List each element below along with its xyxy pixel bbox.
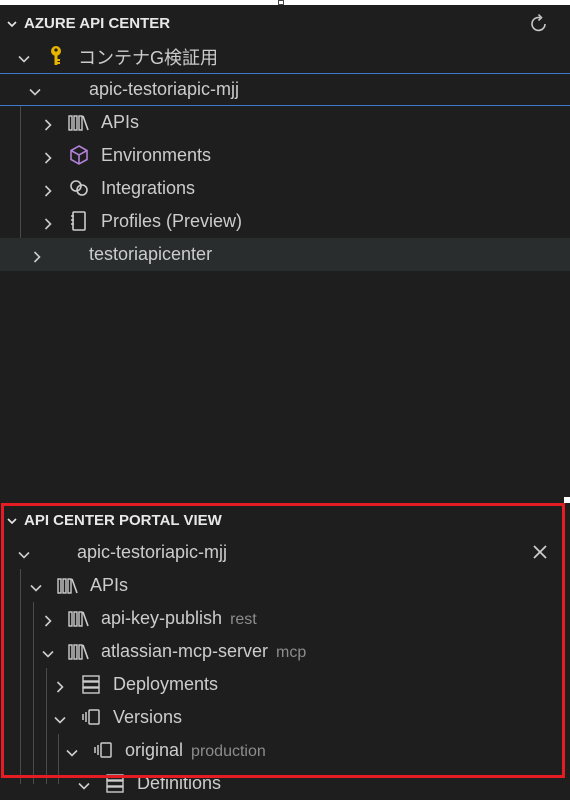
tree-item-apis[interactable]: APIs — [0, 569, 570, 602]
server-icon — [104, 772, 126, 794]
portal-view-header[interactable]: API CENTER PORTAL VIEW — [0, 504, 570, 537]
library-icon — [68, 608, 90, 630]
chevron-right-icon — [53, 678, 67, 693]
chevron-down-icon — [65, 744, 79, 758]
library-icon — [68, 641, 90, 663]
api-name: atlassian-mcp-server — [101, 641, 269, 661]
tree-item-label: APIs — [90, 575, 129, 595]
tree-item-label: Profiles (Preview) — [101, 211, 243, 231]
resize-handle[interactable] — [278, 0, 284, 5]
cube-icon — [68, 144, 90, 166]
api-kind: mcp — [276, 644, 307, 661]
tree-item-versions[interactable]: Versions — [0, 701, 570, 734]
version-lifecycle: production — [191, 743, 266, 760]
chevron-right-icon — [41, 612, 55, 627]
chevron-down-icon — [17, 50, 31, 64]
chevron-down-icon — [77, 777, 91, 791]
chevron-right-icon — [41, 116, 55, 131]
api-item[interactable]: api-key-publish rest — [0, 602, 570, 635]
api-item[interactable]: atlassian-mcp-server mcp — [0, 635, 570, 668]
chevron-down-icon — [41, 645, 55, 659]
chevron-right-icon — [30, 248, 44, 263]
notebook-icon — [68, 210, 90, 232]
tree-item-label: Deployments — [113, 674, 219, 694]
api-item-label: api-key-publish rest — [101, 608, 257, 629]
version-item[interactable]: original production — [0, 734, 570, 767]
tree-item-label: Environments — [101, 145, 212, 165]
section-title: API CENTER PORTAL VIEW — [24, 512, 222, 529]
chevron-right-icon — [41, 182, 55, 197]
tree-item-deployments[interactable]: Deployments — [0, 668, 570, 701]
close-icon[interactable] — [532, 544, 548, 560]
chevron-down-icon — [29, 579, 43, 593]
service-label: testoriapicenter — [89, 244, 213, 264]
tree-item-profiles[interactable]: Profiles (Preview) — [0, 205, 570, 238]
tree-item-label: Integrations — [101, 178, 196, 198]
api-item-label: atlassian-mcp-server mcp — [101, 641, 306, 662]
chevron-down-icon — [6, 515, 18, 527]
subscription-label: コンテナG検証用 — [78, 47, 219, 68]
chevron-down-icon — [6, 18, 18, 30]
chevron-down-icon — [17, 546, 31, 560]
service-item[interactable]: apic-testoriapic-mjj — [0, 73, 570, 106]
tree-item-apis[interactable]: APIs — [0, 106, 570, 139]
tree-item-label: Versions — [113, 707, 183, 727]
tree-item-environments[interactable]: Environments — [0, 139, 570, 172]
service-label: apic-testoriapic-mjj — [77, 542, 228, 562]
library-icon — [68, 112, 90, 134]
tree-item-label: APIs — [101, 112, 140, 132]
chevron-right-icon — [41, 149, 55, 164]
service-item-second[interactable]: testoriapicenter — [0, 238, 570, 271]
window-top-edge — [0, 0, 570, 5]
chevron-right-icon — [41, 215, 55, 230]
portal-service-item[interactable]: apic-testoriapic-mjj — [0, 536, 570, 569]
sash-handle[interactable] — [564, 497, 570, 503]
library-icon — [57, 575, 79, 597]
chevron-down-icon — [53, 711, 67, 725]
tree-item-integrations[interactable]: Integrations — [0, 172, 570, 205]
section-title: AZURE API CENTER — [24, 15, 171, 32]
link-icon — [68, 177, 90, 199]
version-item-label: original production — [125, 740, 266, 761]
refresh-icon[interactable] — [528, 13, 550, 35]
version-name: original — [125, 740, 184, 760]
key-icon — [45, 45, 67, 67]
subscription-item[interactable]: コンテナG検証用 — [0, 40, 570, 73]
versions-icon — [92, 739, 114, 761]
chevron-down-icon — [28, 83, 42, 97]
service-label: apic-testoriapic-mjj — [89, 79, 240, 99]
api-name: api-key-publish — [101, 608, 223, 628]
azure-api-center-header[interactable]: AZURE API CENTER — [0, 7, 570, 40]
api-kind: rest — [230, 611, 257, 628]
server-icon — [80, 673, 102, 695]
versions-icon — [80, 706, 102, 728]
